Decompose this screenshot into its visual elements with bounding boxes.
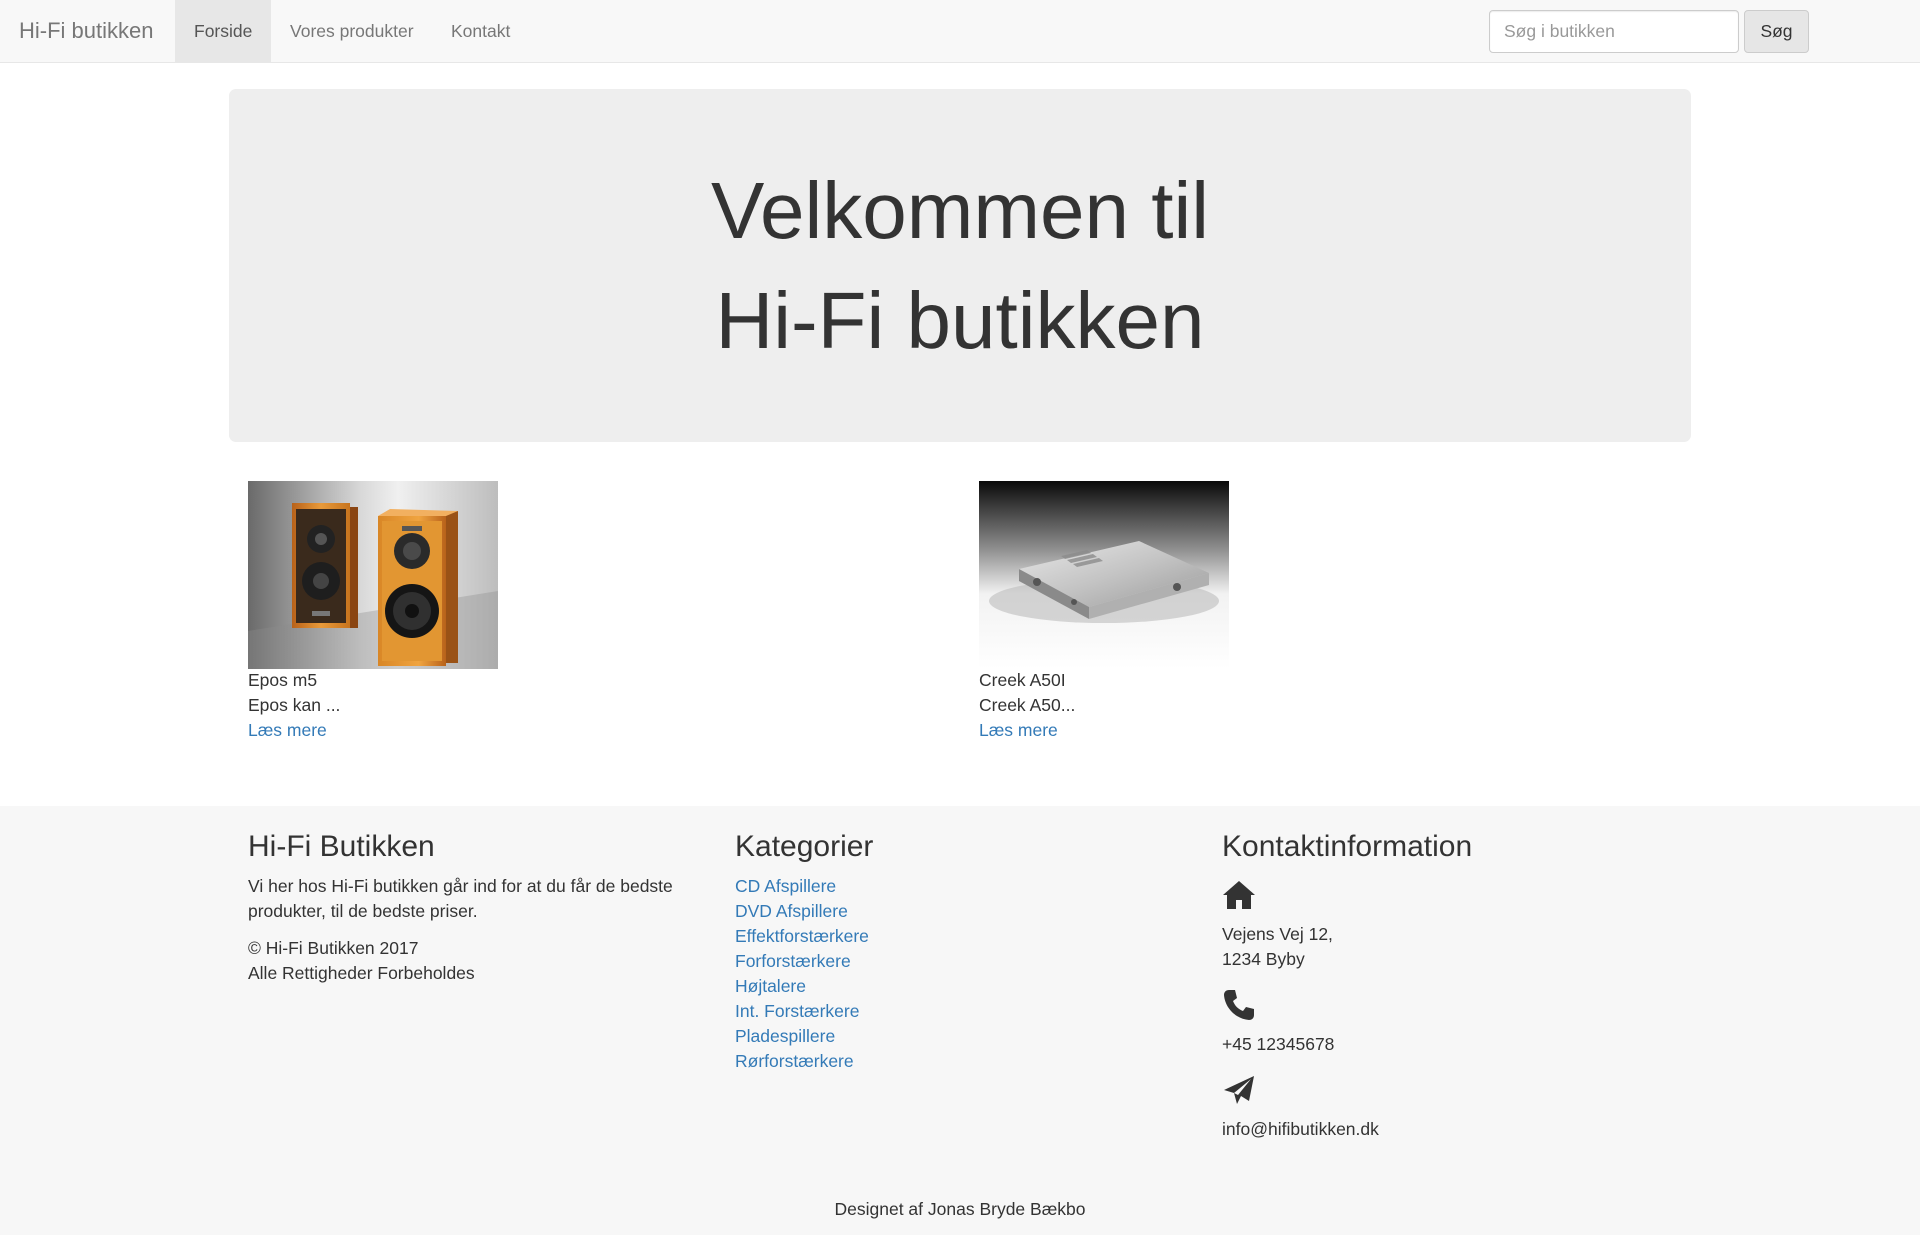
hero-title-line-1: Velkommen til bbox=[711, 165, 1209, 255]
footer-contact-title: Kontaktinformation bbox=[1222, 830, 1473, 863]
amplifier-image[interactable] bbox=[979, 481, 1229, 669]
search-input[interactable] bbox=[1489, 10, 1739, 53]
nav-item-forside[interactable]: Forside bbox=[175, 0, 272, 62]
product-card: Epos m5 Epos kan ... Læs mere bbox=[248, 481, 888, 740]
product-name: Creek A50I bbox=[979, 670, 1066, 690]
footer-about: Hi-Fi Butikken Vi her hos Hi-Fi butikken… bbox=[248, 828, 708, 986]
category-link[interactable]: Pladespillere bbox=[735, 1026, 835, 1046]
email-address: info@hifibutikken.dk bbox=[1222, 1119, 1379, 1139]
address-line-2: 1234 Byby bbox=[1222, 949, 1305, 969]
nav-item-vores-produkter[interactable]: Vores produkter bbox=[271, 0, 433, 62]
speakers-image[interactable] bbox=[248, 481, 498, 669]
product-description: Epos kan ... bbox=[248, 695, 341, 715]
footer-about-text: Vi her hos Hi-Fi butikken går ind for at… bbox=[248, 876, 673, 921]
home-icon bbox=[1222, 878, 1256, 912]
footer-about-title: Hi-Fi Butikken bbox=[248, 830, 435, 863]
footer-categories: Kategorier CD Afspillere DVD Afspillere … bbox=[735, 828, 1195, 1074]
hero-title-line-2: Hi-Fi butikken bbox=[715, 275, 1205, 365]
footer-contact: Kontaktinformation Vejens Vej 12, 1234 B… bbox=[1222, 828, 1682, 1142]
category-link[interactable]: Effektforstærkere bbox=[735, 926, 869, 946]
category-link[interactable]: Int. Forstærkere bbox=[735, 1001, 859, 1021]
hero-banner: Velkommen til Hi-Fi butikken bbox=[229, 89, 1691, 442]
footer: Hi-Fi Butikken Vi her hos Hi-Fi butikken… bbox=[0, 806, 1920, 1235]
navbar: Hi-Fi butikken Forside Vores produkter K… bbox=[0, 0, 1920, 63]
product-card: Creek A50I Creek A50... Læs mere bbox=[979, 481, 1619, 740]
footer-copyright: © Hi-Fi Butikken 2017 bbox=[248, 938, 419, 958]
category-link[interactable]: Forforstærkere bbox=[735, 951, 851, 971]
brand-link[interactable]: Hi-Fi butikken bbox=[19, 0, 153, 62]
phone-icon bbox=[1222, 988, 1256, 1022]
read-more-link[interactable]: Læs mere bbox=[248, 718, 327, 743]
product-description: Creek A50... bbox=[979, 695, 1076, 715]
category-list: CD Afspillere DVD Afspillere Effektforst… bbox=[735, 874, 1195, 1074]
designer-credit: Designet af Jonas Bryde Bækbo bbox=[834, 1199, 1086, 1219]
footer-categories-title: Kategorier bbox=[735, 830, 874, 863]
send-icon bbox=[1222, 1073, 1256, 1107]
footer-rights: Alle Rettigheder Forbeholdes bbox=[248, 963, 475, 983]
phone-number: +45 12345678 bbox=[1222, 1034, 1335, 1054]
category-link[interactable]: Højtalere bbox=[735, 976, 806, 996]
category-link[interactable]: Rørforstærkere bbox=[735, 1051, 854, 1071]
address-line-1: Vejens Vej 12, bbox=[1222, 924, 1333, 944]
nav-item-kontakt[interactable]: Kontakt bbox=[432, 0, 529, 62]
search-button[interactable]: Søg bbox=[1744, 10, 1809, 53]
product-name: Epos m5 bbox=[248, 670, 318, 690]
category-link[interactable]: CD Afspillere bbox=[735, 876, 836, 896]
read-more-link[interactable]: Læs mere bbox=[979, 718, 1058, 743]
category-link[interactable]: DVD Afspillere bbox=[735, 901, 848, 921]
